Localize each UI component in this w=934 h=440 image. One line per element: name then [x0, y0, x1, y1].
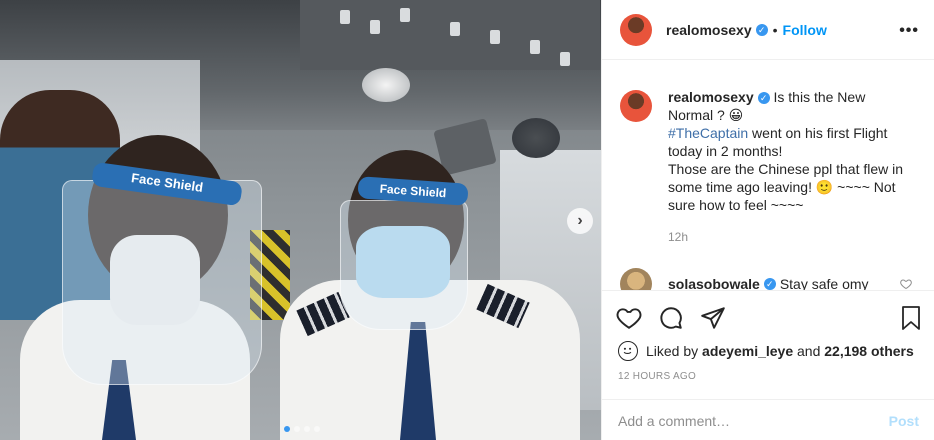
overhead-vent	[512, 118, 560, 158]
post-header: realomosexy ✓ • Follow •••	[602, 0, 934, 60]
post-comment-button[interactable]: Post	[889, 413, 919, 429]
comment-text: Stay safe omy	[779, 276, 869, 290]
instagram-post: Face Shield Face Shield › realomosexy ✓ …	[0, 0, 934, 440]
post-side-panel: realomosexy ✓ • Follow ••• realomosexy ✓ …	[601, 0, 934, 440]
author-avatar[interactable]	[620, 13, 652, 46]
carousel-dot	[314, 426, 320, 432]
save-bookmark-icon[interactable]	[899, 305, 923, 331]
carousel-dots	[284, 426, 320, 432]
caption-line: Those are the Chinese ppl that flew in s…	[668, 161, 904, 213]
more-options-icon[interactable]: •••	[899, 22, 919, 40]
caption-text: realomosexy ✓ Is this the New Normal ? 😀 …	[668, 88, 908, 214]
post-date[interactable]: 12 HOURS AGO	[618, 371, 696, 382]
likes-prefix: Liked by	[646, 343, 699, 359]
verified-badge-icon: ✓	[763, 278, 776, 290]
post-photo[interactable]: Face Shield Face Shield ›	[0, 0, 601, 440]
caption: realomosexy ✓ Is this the New Normal ? 😀 …	[620, 88, 908, 214]
dome-light	[362, 68, 410, 102]
comment-like-heart-icon[interactable]	[900, 278, 912, 290]
caption-username[interactable]: realomosexy	[668, 89, 754, 105]
add-comment-bar: Post	[602, 399, 934, 440]
comment-item: solasobowale ✓ Stay safe omy	[620, 268, 869, 290]
hashtag-link[interactable]: #TheCaptain	[668, 125, 748, 141]
share-paper-plane-icon[interactable]	[700, 305, 726, 331]
likes-summary: Liked by adeyemi_leye and 22,198 others	[618, 341, 914, 361]
likes-connector: and	[797, 343, 821, 359]
verified-badge-icon: ✓	[755, 23, 768, 36]
action-icons	[616, 305, 726, 331]
carousel-next-button[interactable]: ›	[567, 208, 593, 234]
liker-avatar[interactable]	[618, 341, 638, 361]
likes-count-link[interactable]: 22,198 others	[824, 343, 914, 359]
comment-input[interactable]	[618, 412, 889, 429]
overhead-panel	[300, 0, 600, 70]
liker-username[interactable]: adeyemi_leye	[702, 343, 793, 359]
carousel-dot	[304, 426, 310, 432]
comment-bubble-icon[interactable]	[658, 305, 684, 331]
post-actions: Liked by adeyemi_leye and 22,198 others …	[602, 290, 934, 440]
comments-section[interactable]: realomosexy ✓ Is this the New Normal ? 😀 …	[602, 60, 934, 290]
follow-button[interactable]: Follow	[783, 22, 827, 38]
carousel-dot	[294, 426, 300, 432]
carousel-dot	[284, 426, 290, 432]
commenter-username[interactable]: solasobowale	[668, 276, 760, 290]
author-username[interactable]: realomosexy	[666, 22, 752, 38]
like-heart-icon[interactable]	[616, 305, 642, 331]
commenter-avatar[interactable]	[620, 268, 652, 290]
author-avatar[interactable]	[620, 90, 652, 122]
verified-badge-icon: ✓	[757, 92, 770, 104]
caption-time[interactable]: 12h	[668, 230, 688, 244]
separator: •	[772, 21, 778, 38]
